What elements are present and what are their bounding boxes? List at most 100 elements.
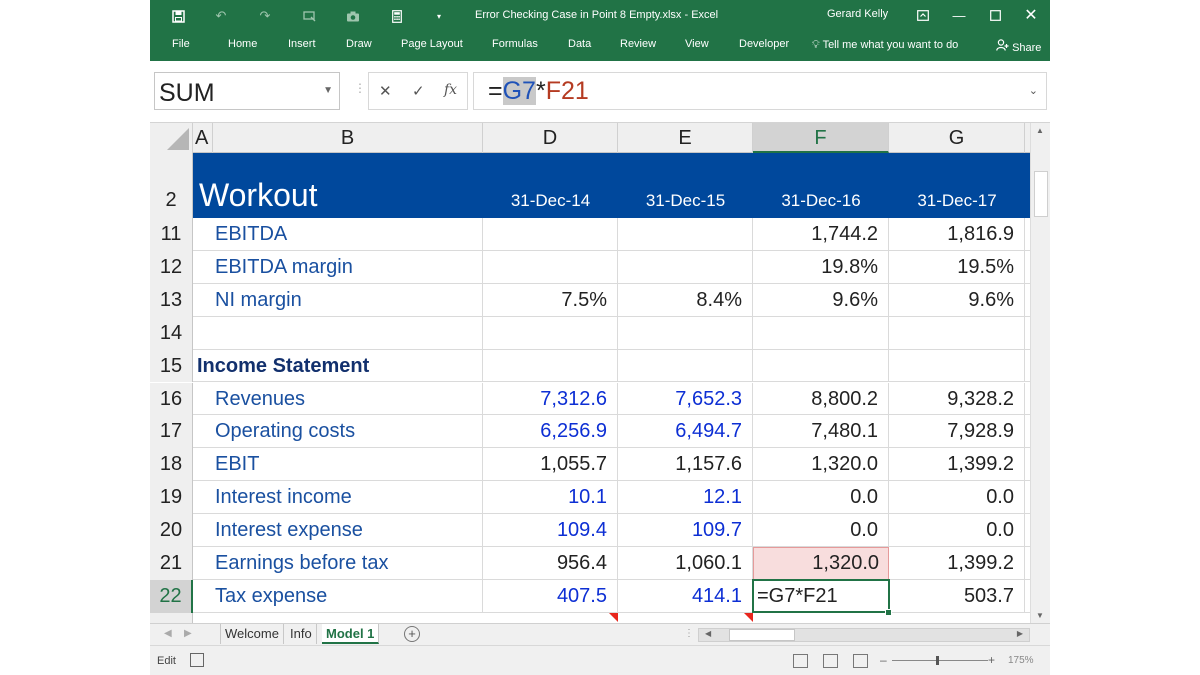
cell-d[interactable] xyxy=(483,218,618,250)
column-header-g[interactable]: G xyxy=(889,123,1025,153)
cell-e[interactable]: 1,157.6 xyxy=(618,448,753,481)
row-header-18[interactable]: 18 xyxy=(150,448,193,482)
maximize-icon[interactable] xyxy=(983,4,1007,26)
cell-label[interactable]: Income Statement xyxy=(193,349,483,382)
tab-draw[interactable]: Draw xyxy=(346,38,372,50)
cell-g[interactable]: 1,399.2 xyxy=(889,547,1025,579)
sheet-tab-info[interactable]: Info xyxy=(286,624,317,644)
row-header-2[interactable]: 2 xyxy=(150,153,193,218)
page-break-view-icon[interactable] xyxy=(853,654,868,668)
column-header-e[interactable]: E xyxy=(618,123,753,153)
cell-f[interactable]: 9.6% xyxy=(753,283,889,316)
cell-g[interactable]: 0.0 xyxy=(889,481,1025,514)
cell-e[interactable] xyxy=(618,349,753,382)
name-box[interactable]: SUM ▼ xyxy=(154,72,340,110)
date-header-2016[interactable]: 31-Dec-16 xyxy=(753,191,889,211)
expand-formula-bar-icon[interactable]: ⌄ xyxy=(1029,73,1038,109)
cell-e[interactable]: 7,652.3 xyxy=(618,382,753,415)
formula-bar-splitter-icon[interactable]: ⋮ xyxy=(354,81,366,95)
cell-f[interactable]: 1,320.0 xyxy=(753,448,889,481)
zoom-out-icon[interactable]: – xyxy=(880,653,887,667)
row-header-23[interactable] xyxy=(150,613,193,623)
add-sheet-icon[interactable]: + xyxy=(404,626,420,642)
cell-d[interactable] xyxy=(483,349,618,382)
cell-e[interactable] xyxy=(618,250,753,283)
horizontal-scroll-thumb[interactable] xyxy=(729,629,795,641)
cell-label[interactable]: NI margin xyxy=(193,283,483,316)
vertical-scrollbar[interactable]: ▲ ▼ xyxy=(1030,123,1050,623)
cell-e[interactable]: 8.4% xyxy=(618,283,753,316)
cell-g[interactable] xyxy=(889,349,1025,382)
customize-quick-access-icon[interactable]: ▾ xyxy=(429,6,449,26)
minimize-icon[interactable]: — xyxy=(947,4,971,26)
cell-label[interactable]: Revenues xyxy=(193,382,483,415)
cell-f[interactable] xyxy=(753,316,889,349)
tab-home[interactable]: Home xyxy=(228,38,257,50)
cell-d[interactable]: 7.5% xyxy=(483,283,618,316)
cell-label[interactable]: Earnings before tax xyxy=(193,547,483,579)
zoom-in-icon[interactable]: + xyxy=(988,653,995,667)
cell-d[interactable]: 109.4 xyxy=(483,514,618,546)
cell-e[interactable] xyxy=(618,316,753,349)
cell-f[interactable]: 7,480.1 xyxy=(753,415,889,448)
date-header-2014[interactable]: 31-Dec-14 xyxy=(483,191,618,211)
insert-function-icon[interactable]: fx xyxy=(444,82,457,98)
cell-g[interactable]: 503.7 xyxy=(889,579,1025,612)
cell-f[interactable]: 8,800.2 xyxy=(753,382,889,415)
cell-label[interactable]: Tax expense xyxy=(193,579,483,612)
row-header-14[interactable]: 14 xyxy=(150,316,193,350)
scroll-right-icon[interactable]: ▶ xyxy=(1017,629,1023,638)
macro-recording-icon[interactable] xyxy=(190,653,204,667)
cell-label[interactable]: EBITDA margin xyxy=(193,250,483,283)
row-header-17[interactable]: 17 xyxy=(150,415,193,449)
cell-e[interactable]: 1,060.1 xyxy=(618,547,753,579)
tab-data[interactable]: Data xyxy=(568,38,591,50)
cell-f[interactable] xyxy=(753,349,889,382)
save-icon[interactable] xyxy=(168,6,188,26)
horizontal-scrollbar[interactable]: ◀ ▶ xyxy=(698,628,1030,642)
cell-e[interactable]: 6,494.7 xyxy=(618,415,753,448)
cell-d[interactable]: 6,256.9 xyxy=(483,415,618,448)
date-header-2017[interactable]: 31-Dec-17 xyxy=(889,191,1025,211)
cell-label[interactable] xyxy=(193,316,483,349)
date-header-2015[interactable]: 31-Dec-15 xyxy=(618,191,753,211)
row-header-20[interactable]: 20 xyxy=(150,514,193,547)
scroll-left-icon[interactable]: ◀ xyxy=(705,629,711,638)
row-header-13[interactable]: 13 xyxy=(150,283,193,317)
cell-d[interactable]: 407.5 xyxy=(483,579,618,612)
user-name[interactable]: Gerard Kelly xyxy=(827,8,888,20)
tab-review[interactable]: Review xyxy=(620,38,656,50)
share-button[interactable]: Share xyxy=(996,39,1041,54)
cell-d[interactable]: 1,055.7 xyxy=(483,448,618,481)
calculator-icon[interactable] xyxy=(387,6,407,26)
undo-icon[interactable]: ↶ xyxy=(211,6,231,26)
sheet-tab-welcome[interactable]: Welcome xyxy=(220,624,284,644)
vertical-scroll-thumb[interactable] xyxy=(1034,171,1048,217)
normal-view-icon[interactable] xyxy=(793,654,808,668)
cell-f21-value[interactable]: 1,320.0 xyxy=(753,547,889,580)
zoom-slider-knob[interactable] xyxy=(936,656,939,665)
cancel-entry-icon[interactable]: ✕ xyxy=(379,82,392,100)
tab-view[interactable]: View xyxy=(685,38,709,50)
redo-icon[interactable]: ↷ xyxy=(255,6,275,26)
chevron-down-icon[interactable]: ▼ xyxy=(323,85,333,96)
column-header-b[interactable]: B xyxy=(213,123,483,153)
scroll-down-icon[interactable]: ▼ xyxy=(1036,611,1044,620)
cell-f[interactable]: 0.0 xyxy=(753,481,889,514)
zoom-slider[interactable] xyxy=(892,660,988,661)
formula-input[interactable]: =G7*F21 ⌄ xyxy=(473,72,1047,110)
fill-handle[interactable] xyxy=(885,609,892,616)
row-header-15[interactable]: 15 xyxy=(150,349,193,383)
cell-e[interactable]: 414.1 xyxy=(618,579,753,612)
column-header-d[interactable]: D xyxy=(483,123,618,153)
cell-g[interactable]: 9,328.2 xyxy=(889,382,1025,415)
tab-file[interactable]: File xyxy=(172,38,190,50)
cell-label[interactable]: Operating costs xyxy=(193,415,483,448)
cell-label[interactable]: EBITDA xyxy=(193,218,483,250)
row-header-11[interactable]: 11 xyxy=(150,218,193,251)
tab-insert[interactable]: Insert xyxy=(288,38,316,50)
cell-g[interactable]: 19.5% xyxy=(889,250,1025,283)
row-header-21[interactable]: 21 xyxy=(150,547,193,580)
row-header-22[interactable]: 22 xyxy=(150,579,193,613)
scroll-up-icon[interactable]: ▲ xyxy=(1036,126,1044,135)
